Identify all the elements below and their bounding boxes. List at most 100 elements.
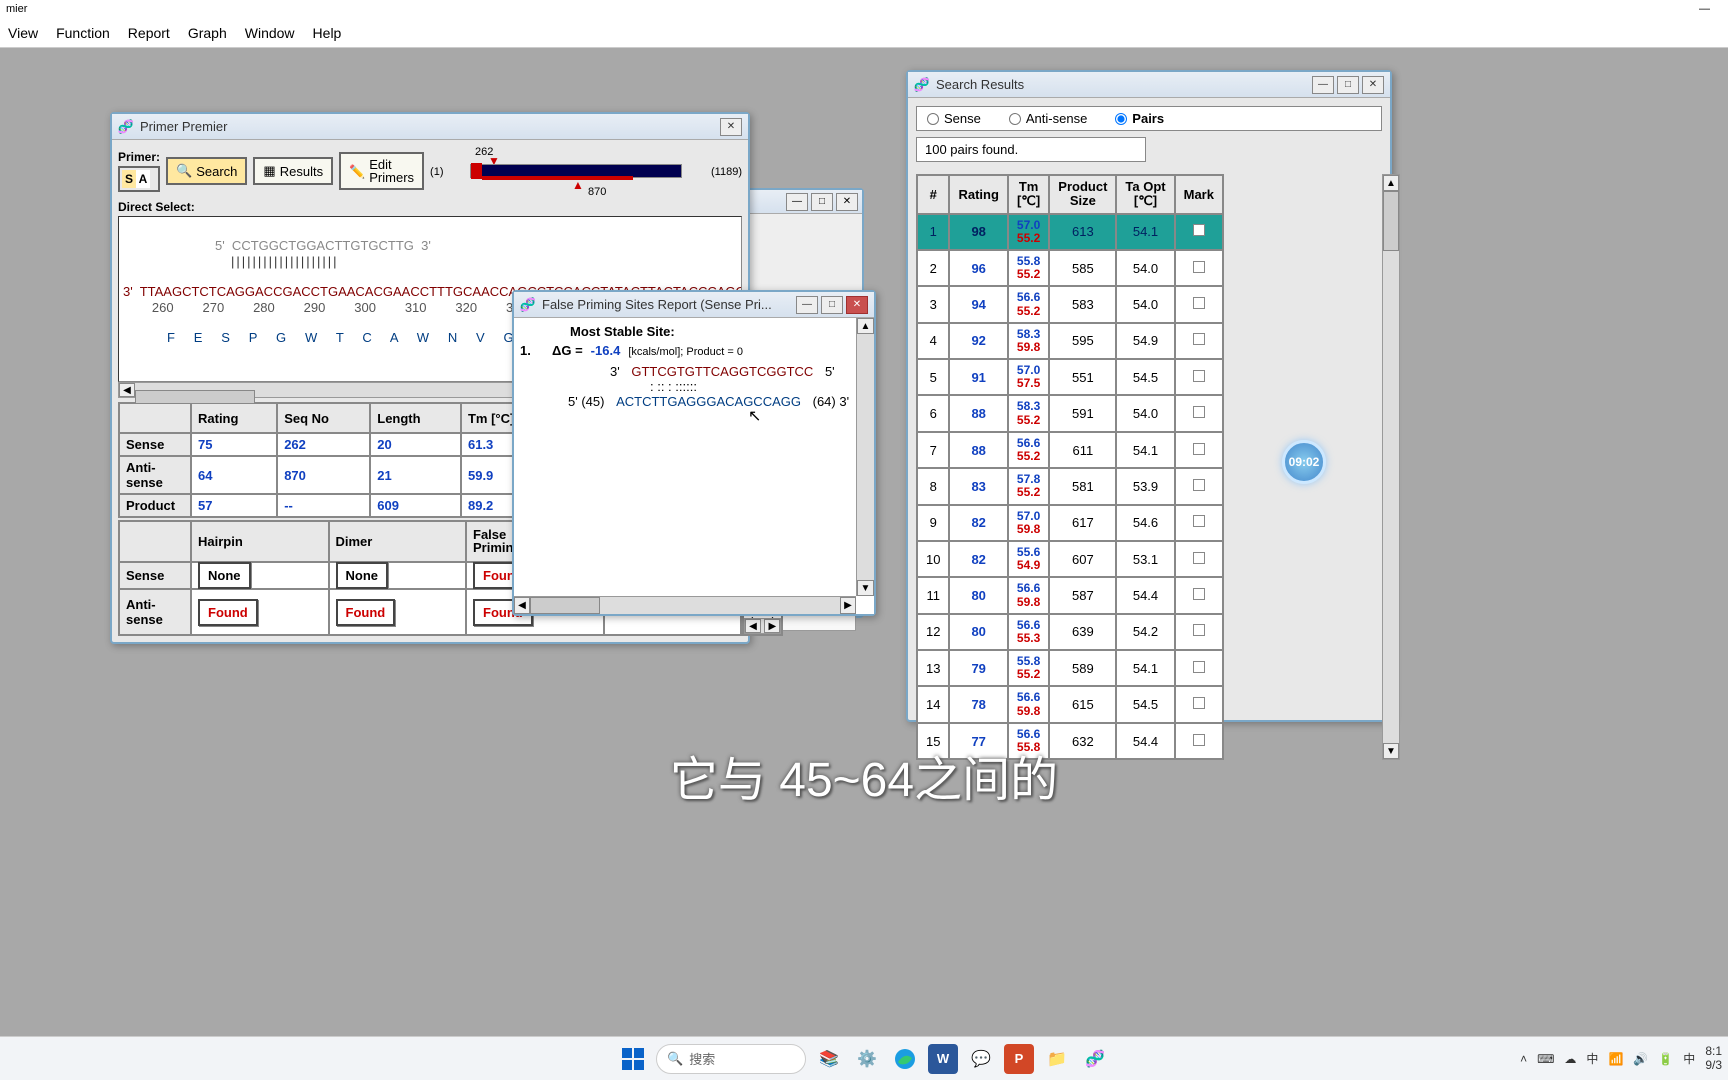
antisense-toggle[interactable]: A <box>136 170 150 188</box>
scroll-left-icon[interactable]: ◀ <box>745 619 761 633</box>
table-row[interactable]: 128056.655.363954.2 <box>917 614 1223 650</box>
table-row[interactable]: 49258.359.859554.9 <box>917 323 1223 359</box>
tray-volume-icon[interactable]: 🔊 <box>1633 1052 1648 1066</box>
taskbar-primerpremier-icon[interactable]: 🧬 <box>1080 1044 1110 1074</box>
cell-num: 13 <box>917 650 949 686</box>
table-row[interactable]: 108255.654.960753.1 <box>917 541 1223 577</box>
table-row[interactable]: 88357.855.258153.9 <box>917 468 1223 504</box>
close-button[interactable]: ✕ <box>1362 76 1384 94</box>
minimize-button[interactable]: — <box>796 296 818 314</box>
table-row[interactable]: 39456.655.258354.0 <box>917 286 1223 322</box>
taskbar-settings-icon[interactable]: ⚙️ <box>852 1044 882 1074</box>
cell-mark[interactable] <box>1175 723 1223 759</box>
table-row[interactable]: 68858.355.259154.0 <box>917 395 1223 431</box>
edit-primers-button[interactable]: ✏️ Edit Primers <box>339 152 424 190</box>
cell-num: 12 <box>917 614 949 650</box>
cell-tm: 57.057.5 <box>1008 359 1049 395</box>
tray-date[interactable]: 9/3 <box>1705 1059 1722 1072</box>
clock-widget[interactable]: 09:02 <box>1282 440 1326 484</box>
sa-toggle[interactable]: S A <box>118 166 160 192</box>
scroll-left-icon[interactable]: ◀ <box>514 597 530 614</box>
tray-ime2[interactable]: 中 <box>1683 1050 1695 1067</box>
table-row[interactable]: 29655.855.258554.0 <box>917 250 1223 286</box>
start-button[interactable] <box>618 1044 648 1074</box>
table-row[interactable]: 98257.059.861754.6 <box>917 505 1223 541</box>
sense-toggle[interactable]: S <box>122 170 136 188</box>
cell-mark[interactable] <box>1175 686 1223 722</box>
tray-chevron-icon[interactable]: ˄ <box>1520 1052 1527 1066</box>
fragment-hscrollbar[interactable]: ◀ ▶ <box>744 618 781 634</box>
menu-report[interactable]: Report <box>128 25 170 41</box>
menu-graph[interactable]: Graph <box>188 25 227 41</box>
results-vscrollbar[interactable]: ▲ ▼ <box>1382 174 1400 760</box>
table-row[interactable]: 78856.655.261154.1 <box>917 432 1223 468</box>
primer-label: Primer: <box>118 150 160 164</box>
cell-tm: 57.059.8 <box>1008 505 1049 541</box>
close-button[interactable]: ✕ <box>846 296 868 314</box>
radio-pairs[interactable]: Pairs <box>1115 111 1164 126</box>
table-row[interactable]: 59157.057.555154.5 <box>917 359 1223 395</box>
menu-window[interactable]: Window <box>245 25 295 41</box>
hairpin-antisense-button[interactable]: Found <box>198 599 258 626</box>
cell-mark[interactable] <box>1175 577 1223 613</box>
table-row[interactable]: 118056.659.858754.4 <box>917 577 1223 613</box>
scroll-up-icon[interactable]: ▲ <box>1383 175 1399 191</box>
scroll-left-icon[interactable]: ◀ <box>119 383 135 397</box>
cell-mark[interactable] <box>1175 250 1223 286</box>
menu-function[interactable]: Function <box>56 25 110 41</box>
dimer-antisense-button[interactable]: Found <box>336 599 396 626</box>
tray-onedrive-icon[interactable]: ☁ <box>1564 1052 1576 1066</box>
maximize-button[interactable]: □ <box>821 296 843 314</box>
cell-mark[interactable] <box>1175 323 1223 359</box>
scroll-up-icon[interactable]: ▲ <box>857 318 874 334</box>
tray-battery-icon[interactable]: 🔋 <box>1658 1052 1673 1066</box>
minimize-button[interactable]: — <box>786 193 808 211</box>
cell-mark[interactable] <box>1175 359 1223 395</box>
close-button[interactable]: ✕ <box>836 193 858 211</box>
menu-view[interactable]: View <box>8 25 38 41</box>
scroll-right-icon[interactable]: ▶ <box>840 597 856 614</box>
taskbar-search[interactable]: 🔍 搜索 <box>656 1044 806 1074</box>
taskbar-wechat-icon[interactable]: 💬 <box>966 1044 996 1074</box>
taskbar-explorer-icon[interactable]: 📁 <box>1042 1044 1072 1074</box>
cell-mark[interactable] <box>1175 468 1223 504</box>
hairpin-sense-button[interactable]: None <box>198 562 251 589</box>
tray-keyboard-icon[interactable]: ⌨ <box>1537 1052 1554 1066</box>
minimize-button[interactable]: — <box>1312 76 1334 94</box>
search-button[interactable]: 🔍 Search <box>166 157 247 185</box>
taskbar-edge-icon[interactable] <box>890 1044 920 1074</box>
app-title-fragment: mier <box>6 3 27 15</box>
cell-mark[interactable] <box>1175 214 1223 250</box>
scroll-right-icon[interactable]: ▶ <box>764 619 780 633</box>
radio-sense[interactable]: Sense <box>927 111 981 126</box>
cell-mark[interactable] <box>1175 650 1223 686</box>
minimize-icon[interactable]: — <box>1699 3 1710 15</box>
primer-position-graph[interactable]: (1) 262 ▼ ▲ (1189) 870 <box>430 146 742 196</box>
maximize-button[interactable]: □ <box>1337 76 1359 94</box>
cell-mark[interactable] <box>1175 395 1223 431</box>
taskbar-word-icon[interactable]: W <box>928 1044 958 1074</box>
report-vscrollbar[interactable]: ▲ ▼ <box>856 318 874 596</box>
cell-mark[interactable] <box>1175 432 1223 468</box>
cell-mark[interactable] <box>1175 541 1223 577</box>
scroll-down-icon[interactable]: ▼ <box>1383 743 1399 759</box>
cell-mark[interactable] <box>1175 505 1223 541</box>
maximize-button[interactable]: □ <box>811 193 833 211</box>
report-hscrollbar[interactable]: ◀ ▶ <box>514 596 856 614</box>
table-row[interactable]: 147856.659.861554.5 <box>917 686 1223 722</box>
tray-wifi-icon[interactable]: 📶 <box>1608 1052 1623 1066</box>
cell-mark[interactable] <box>1175 286 1223 322</box>
results-button[interactable]: ▦ Results <box>253 157 333 185</box>
tray-ime[interactable]: 中 <box>1586 1050 1598 1067</box>
table-row[interactable]: 137955.855.258954.1 <box>917 650 1223 686</box>
cell-mark[interactable] <box>1175 614 1223 650</box>
taskbar-books-icon[interactable]: 📚 <box>814 1044 844 1074</box>
tray-time[interactable]: 8:1 <box>1705 1045 1722 1058</box>
menu-help[interactable]: Help <box>313 25 342 41</box>
dimer-sense-button[interactable]: None <box>336 562 389 589</box>
radio-antisense[interactable]: Anti-sense <box>1009 111 1087 126</box>
close-button[interactable]: ✕ <box>720 118 742 136</box>
table-row[interactable]: 19857.055.261354.1 <box>917 214 1223 250</box>
taskbar-powerpoint-icon[interactable]: P <box>1004 1044 1034 1074</box>
scroll-down-icon[interactable]: ▼ <box>857 580 874 596</box>
